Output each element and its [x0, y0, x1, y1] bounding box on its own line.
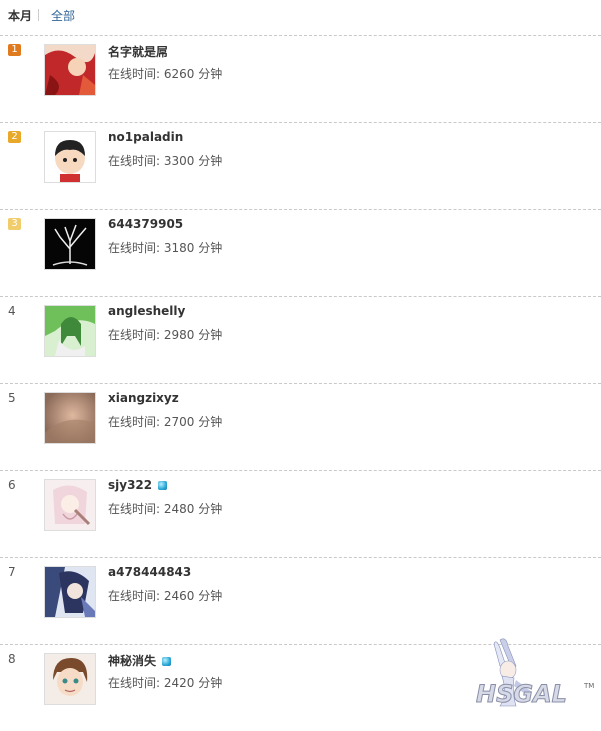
avatar-red-art-icon[interactable] [44, 44, 96, 96]
tab-divider [38, 9, 39, 21]
username[interactable]: no1paladin [108, 130, 183, 144]
tab-this-month[interactable]: 本月 [8, 7, 32, 24]
rank-number: 4 [8, 304, 16, 318]
online-time: 在线时间: 2420 分钟 [108, 676, 223, 690]
hsgal-watermark-logo: HSGAL TM [470, 636, 600, 712]
username[interactable]: a478444843 [108, 565, 191, 579]
username[interactable]: xiangzixyz [108, 391, 179, 405]
avatar-blue-anime-icon[interactable] [44, 566, 96, 618]
rank-number: 7 [8, 565, 16, 579]
rank-number: 5 [8, 391, 16, 405]
online-minutes: 2480 [163, 502, 195, 516]
online-minutes: 3300 [163, 154, 195, 168]
watermark-tm: TM [583, 682, 594, 690]
online-time: 在线时间: 2460 分钟 [108, 589, 223, 603]
list-item: 3 644379905 在线时间: 3180 分钟 [0, 209, 601, 296]
online-minutes: 2980 [163, 328, 195, 342]
watermark-text: HSGAL [476, 680, 567, 708]
list-item: 2 no1paladin 在线时间: 3300 分钟 [0, 122, 601, 209]
username[interactable]: angleshelly [108, 304, 185, 318]
avatar-brown-hair-icon[interactable] [44, 653, 96, 705]
list-item: 1 名字就是屌 在线时间: 6260 分钟 [0, 35, 601, 122]
online-time: 在线时间: 6260 分钟 [108, 67, 223, 81]
rank-badge: 2 [8, 131, 21, 143]
online-minutes: 2420 [163, 676, 195, 690]
list-item: 4 angleshelly 在线时间: 2980 分钟 [0, 296, 601, 383]
avatar-beige-blur-icon[interactable] [44, 392, 96, 444]
online-time: 在线时间: 2480 分钟 [108, 502, 223, 516]
rank-badge: 3 [8, 218, 21, 230]
tab-all[interactable]: 全部 [51, 7, 75, 24]
online-minutes: 2460 [163, 589, 195, 603]
avatar-green-anime-icon[interactable] [44, 305, 96, 357]
verified-gem-icon [162, 657, 172, 666]
online-time: 在线时间: 3300 分钟 [108, 154, 223, 168]
period-tabs: 本月 全部 [0, 0, 601, 30]
rank-number: 6 [8, 478, 16, 492]
online-ranking-list: 1 名字就是屌 在线时间: 6260 分钟 2 no1paladin 在线时间:… [0, 35, 601, 731]
username[interactable]: 644379905 [108, 217, 183, 231]
rank-number: 8 [8, 652, 16, 666]
online-time: 在线时间: 2980 分钟 [108, 328, 223, 342]
avatar-cartoon-boy-icon[interactable] [44, 131, 96, 183]
online-time: 在线时间: 3180 分钟 [108, 241, 223, 255]
avatar-white-tree-icon[interactable] [44, 218, 96, 270]
username[interactable]: 神秘消失 [108, 652, 172, 669]
list-item: 5 xiangzixyz 在线时间: 2700 分钟 [0, 383, 601, 470]
list-item: 7 a478444843 在线时间: 2460 分钟 [0, 557, 601, 644]
username[interactable]: sjy322 [108, 478, 168, 492]
online-minutes: 2700 [163, 415, 195, 429]
online-minutes: 3180 [163, 241, 195, 255]
avatar-pale-anime-icon[interactable] [44, 479, 96, 531]
online-time: 在线时间: 2700 分钟 [108, 415, 223, 429]
online-minutes: 6260 [163, 67, 195, 81]
list-item: 6 sjy322 在线时间: 2480 分钟 [0, 470, 601, 557]
username[interactable]: 名字就是屌 [108, 43, 168, 60]
verified-gem-icon [158, 481, 168, 490]
rank-badge: 1 [8, 44, 21, 56]
